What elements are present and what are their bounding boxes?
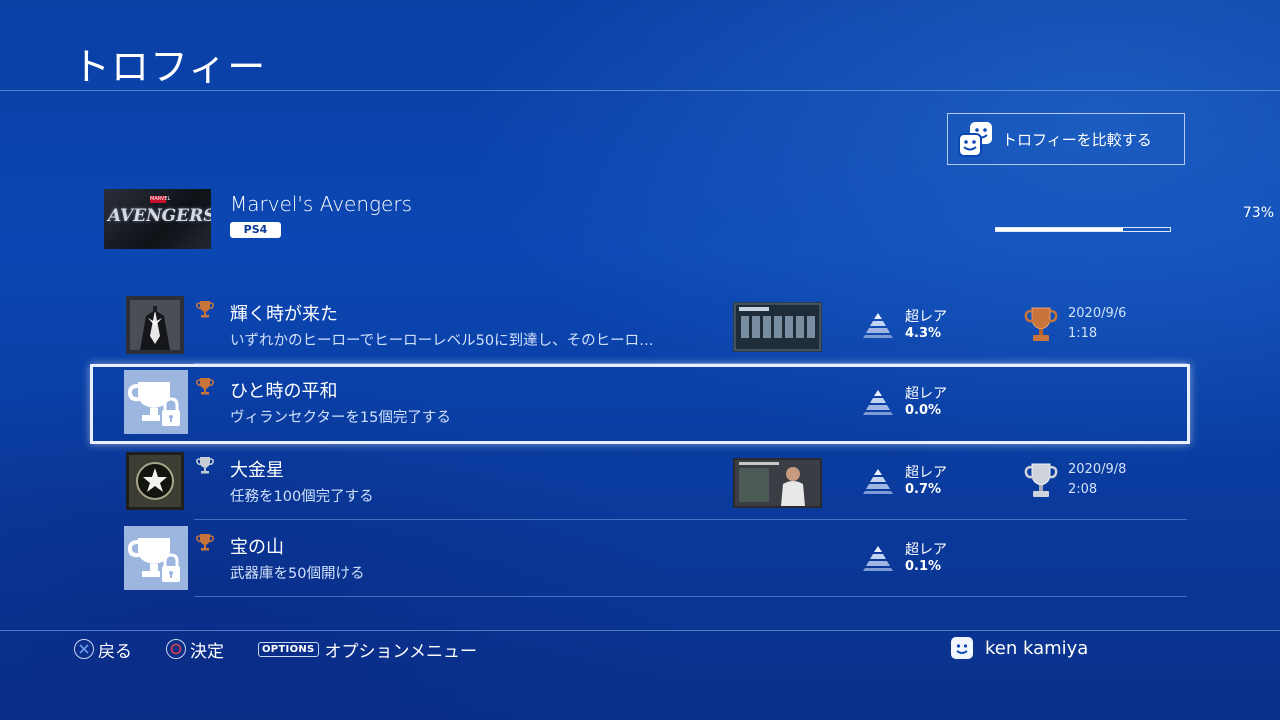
- rarity-label: 超レア: [905, 309, 947, 325]
- cover-title: AVENGERS: [108, 206, 211, 226]
- trophy-row[interactable]: 宝の山 武器庫を50個開ける 超レア 0.1%: [118, 521, 1187, 597]
- earned-date: 2020/9/6: [1068, 306, 1127, 321]
- rarity-percent: 0.7%: [905, 482, 942, 497]
- rarity-label: 超レア: [905, 465, 947, 481]
- game-header: MARVEL AVENGERS Marvel's Avengers PS4 73…: [104, 189, 1274, 249]
- progress-bar-fill: [996, 228, 1124, 231]
- rarity-percent: 0.1%: [905, 559, 942, 574]
- progress-bar: [995, 227, 1171, 232]
- trophy-description: いずれかのヒーローでヒーローレベル50に到達し、そのヒーロ…: [230, 333, 654, 349]
- progress-percent: 73%: [1242, 205, 1274, 221]
- compare-trophies-button[interactable]: トロフィーを比較する: [947, 113, 1185, 165]
- bronze-trophy-icon: [196, 301, 214, 318]
- options-label: オプションメニュー: [324, 641, 478, 662]
- trophy-row[interactable]: 輝く時が来た いずれかのヒーローでヒーローレベル50に到達し、そのヒーロ… 超レ…: [118, 288, 1187, 364]
- trophy-screenshot[interactable]: [733, 458, 822, 508]
- rarity-label: 超レア: [905, 542, 947, 558]
- rarity-label: 超レア: [905, 386, 947, 402]
- trophy-name: 輝く時が来た: [230, 304, 338, 325]
- trophy-description: 任務を100個完了する: [230, 489, 374, 505]
- back-button-hint[interactable]: 戻る: [74, 637, 132, 662]
- trophy-list[interactable]: 輝く時が来た いずれかのヒーローでヒーローレベル50に到達し、そのヒーロ… 超レ…: [0, 260, 1280, 600]
- rarity-percent: 4.3%: [905, 326, 942, 341]
- game-title: Marvel's Avengers: [230, 192, 412, 216]
- trophy-thumbnail: [126, 296, 184, 354]
- rarity-percent: 0.0%: [905, 403, 942, 418]
- earned-silver-trophy-icon: [1024, 463, 1058, 497]
- bronze-trophy-icon: [196, 378, 214, 395]
- platform-badge: PS4: [230, 222, 281, 238]
- confirm-button-hint[interactable]: 決定: [166, 637, 224, 662]
- trophy-row[interactable]: 大金星 任務を100個完了する 超レア 0.7% 2020/9/8 2:08: [118, 444, 1187, 520]
- trophy-name: ひと時の平和: [230, 381, 338, 402]
- earned-bronze-trophy-icon: [1024, 307, 1058, 341]
- trophy-screenshot[interactable]: [733, 302, 822, 352]
- row-divider: [194, 519, 1187, 520]
- rarity-pyramid-icon: [863, 469, 893, 494]
- trophy-row-selected[interactable]: ひと時の平和 ヴィランセクターを15個完了する 超レア 0.0%: [118, 365, 1187, 441]
- trophy-description: 武器庫を50個開ける: [230, 566, 365, 582]
- earned-date: 2020/9/8: [1068, 462, 1127, 477]
- locked-trophy-icon: [124, 370, 188, 434]
- page-title: トロフィー: [72, 45, 267, 89]
- game-cover: MARVEL AVENGERS: [104, 189, 211, 249]
- earned-time: 1:18: [1068, 326, 1098, 341]
- row-divider: [194, 363, 1187, 364]
- trophy-name: 大金星: [230, 460, 284, 481]
- rarity-pyramid-icon: [863, 390, 893, 415]
- trophy-description: ヴィランセクターを15個完了する: [230, 410, 451, 426]
- cover-brand: MARVEL: [150, 196, 171, 203]
- confirm-label: 決定: [190, 641, 224, 662]
- silver-trophy-icon: [196, 457, 214, 474]
- user-indicator: ken kamiya: [951, 637, 1088, 659]
- row-divider: [194, 596, 1187, 597]
- back-label: 戻る: [98, 641, 132, 662]
- earned-time: 2:08: [1068, 482, 1098, 497]
- rarity-pyramid-icon: [863, 313, 893, 338]
- header-divider: [0, 90, 1280, 91]
- trophy-thumbnail: [126, 452, 184, 510]
- footer-divider: [0, 630, 1280, 631]
- options-button-icon: OPTIONS: [258, 641, 319, 657]
- locked-trophy-icon: [124, 526, 188, 590]
- trophy-name: 宝の山: [230, 537, 284, 558]
- compare-trophies-label: トロフィーを比較する: [1002, 130, 1152, 149]
- bronze-trophy-icon: [196, 534, 214, 551]
- circle-button-icon: [166, 639, 186, 659]
- cross-button-icon: [74, 639, 94, 659]
- rarity-pyramid-icon: [863, 546, 893, 571]
- compare-users-icon: [958, 122, 992, 157]
- user-name: ken kamiya: [985, 637, 1089, 659]
- options-button-hint[interactable]: OPTIONS オプションメニュー: [258, 637, 478, 662]
- user-avatar-icon: [951, 637, 973, 659]
